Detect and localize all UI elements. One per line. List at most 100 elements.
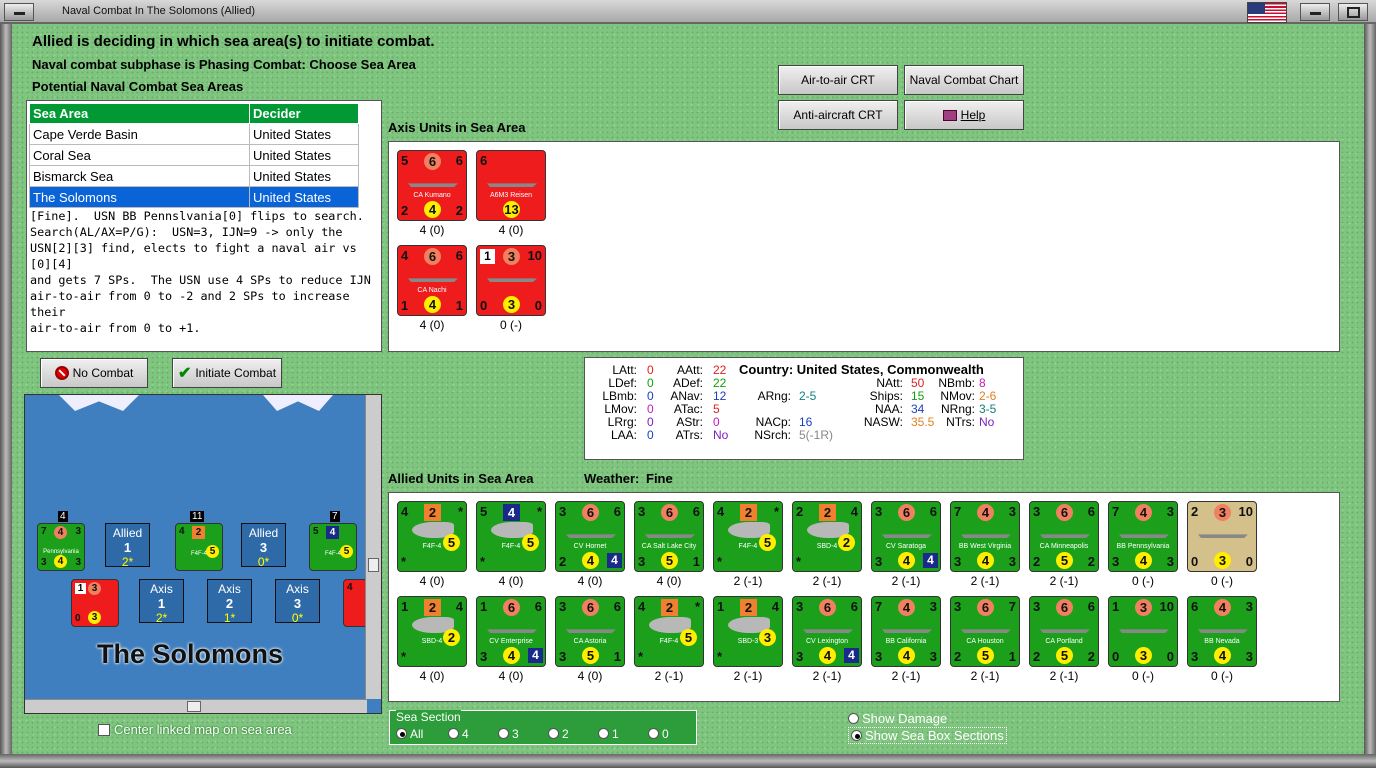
allied-unit[interactable]: 3 6 6 CV Lexington 3 4 4 2 (-1)	[792, 596, 862, 683]
axis-unit[interactable]: 5 6 6 CA Kumano 2 4 2 4 (0)	[397, 150, 467, 237]
help-button[interactable]: Help	[904, 100, 1024, 130]
allied-unit[interactable]: 2 3 10 0 3 0 0 (-)	[1187, 501, 1257, 588]
allied-unit[interactable]: 1 3 10 0 3 0 0 (-)	[1108, 596, 1178, 683]
allied-unit[interactable]: 7 4 3 BB California 3 4 3 2 (-1)	[871, 596, 941, 683]
allied-unit[interactable]: 3 6 6 CA Minneapolis 2 5 2 2 (-1)	[1029, 501, 1099, 588]
vertical-scrollbar[interactable]	[365, 395, 381, 699]
unit-counter[interactable]: 3 6 6 CV Saratoga 3 4 4	[871, 501, 941, 572]
sea-area-map[interactable]: 7 4 3 Pennsylvania 3 4 3 4 4 2 F4F-4 5 11 5 4 F4F-4…	[24, 394, 382, 714]
allied-unit[interactable]: 3 6 6 CV Hornet 2 4 4 4 (0)	[555, 501, 625, 588]
unit-counter[interactable]: 3 6 6 CV Lexington 3 4 4	[792, 596, 862, 667]
minimize-button[interactable]	[4, 3, 34, 21]
allied-unit[interactable]: 4 2 * F4F-4 * 5 4 (0)	[397, 501, 467, 588]
unit-counter[interactable]: 3 6 6 CA Astoria 3 5 1	[555, 596, 625, 667]
allied-unit[interactable]: 2 2 4 SBD-4 * 2 2 (-1)	[792, 501, 862, 588]
allied-unit[interactable]: 3 6 6 CA Astoria 3 5 1 4 (0)	[555, 596, 625, 683]
map-stack-f4f-2[interactable]: 5 4 F4F-4 5	[309, 523, 357, 571]
unit-counter[interactable]: 1 3 10 0 3 0	[476, 245, 546, 316]
col-decider[interactable]: Decider	[249, 103, 359, 124]
unit-counter[interactable]: 4 2 * F4F-4 * 5	[397, 501, 467, 572]
allied-unit[interactable]: 1 2 4 SBD-4 * 2 4 (0)	[397, 596, 467, 683]
allied-unit[interactable]: 5 4 * F4F-4 * 5 4 (0)	[476, 501, 546, 588]
allied-unit[interactable]: 3 6 7 CA Houston 2 5 1 2 (-1)	[950, 596, 1020, 683]
axis-box-2[interactable]: Axis 2 1*	[207, 579, 252, 625]
unit-counter[interactable]: 1 3 10 0 3 0	[1108, 596, 1178, 667]
allied-unit[interactable]: 4 2 * F4F-4 * 5 2 (-1)	[634, 596, 704, 683]
unit-caption: 4 (0)	[498, 574, 524, 588]
center-map-checkbox[interactable]: Center linked map on sea area	[98, 722, 292, 737]
allied-unit[interactable]: 1 6 6 CV Enterprise 3 4 4 4 (0)	[476, 596, 546, 683]
unit-counter[interactable]: 5 4 * F4F-4 * 5	[476, 501, 546, 572]
allied-unit[interactable]: 4 2 * F4F-4 * 5 2 (-1)	[713, 501, 783, 588]
unit-counter[interactable]: 6 A6M3 Reisen 13	[476, 150, 546, 221]
unit-counter[interactable]: 7 4 3 BB Pennsylvania 3 4 3	[1108, 501, 1178, 572]
allied-unit[interactable]: 7 4 3 BB West Virginia 3 4 3 2 (-1)	[950, 501, 1020, 588]
unit-counter[interactable]: 7 4 3 BB California 3 4 3	[871, 596, 941, 667]
table-row[interactable]: Cape Verde Basin United States	[29, 123, 359, 145]
sea-section-option[interactable]: All	[396, 727, 423, 741]
map-stack-f4f[interactable]: 4 2 F4F-4 5	[175, 523, 223, 571]
axis-unit[interactable]: 1 3 10 0 3 0 0 (-)	[476, 245, 546, 332]
map-stack-axis[interactable]: 1303	[71, 579, 119, 627]
maximize-button[interactable]	[1338, 3, 1368, 21]
axis-unit[interactable]: 4 6 6 CA Nachi 1 4 1 4 (0)	[397, 245, 467, 332]
minimize-button-2[interactable]	[1300, 3, 1330, 21]
unit-counter[interactable]: 2 2 4 SBD-4 * 2	[792, 501, 862, 572]
allied-box-3[interactable]: Allied 3 0*	[241, 523, 286, 569]
allied-unit[interactable]: 6 4 3 BB Nevada 3 4 3 0 (-)	[1187, 596, 1257, 683]
unit-counter[interactable]: 2 3 10 0 3 0	[1187, 501, 1257, 572]
unit-counter[interactable]: 1 6 6 CV Enterprise 3 4 4	[476, 596, 546, 667]
counter-value: 6	[1087, 599, 1095, 614]
horizontal-scrollbar[interactable]	[25, 699, 367, 713]
unit-counter[interactable]: 4 2 * F4F-4 * 5	[634, 596, 704, 667]
sea-section-option[interactable]: 1	[598, 727, 619, 741]
table-row-selected[interactable]: The Solomons United States	[29, 186, 359, 208]
ship-icon	[1198, 534, 1248, 538]
counter-value: 2	[1033, 649, 1041, 664]
unit-counter[interactable]: 3 6 6 CA Portland 2 5 2	[1029, 596, 1099, 667]
ship-icon	[961, 534, 1011, 538]
unit-counter[interactable]: 1 2 4 SBD-4 * 2	[397, 596, 467, 667]
unit-counter[interactable]: 7 4 3 BB West Virginia 3 4 3	[950, 501, 1020, 572]
map-stack-pennsylvania[interactable]: 7 4 3 Pennsylvania 3 4 3	[37, 523, 85, 571]
unit-counter[interactable]: 6 4 3 BB Nevada 3 4 3	[1187, 596, 1257, 667]
col-sea-area[interactable]: Sea Area	[29, 103, 250, 124]
unit-counter[interactable]: 3 6 7 CA Houston 2 5 1	[950, 596, 1020, 667]
unit-counter[interactable]: 3 6 6 CV Hornet 2 4 4	[555, 501, 625, 572]
allied-unit[interactable]: 1 2 4 SBD-3 * 3 2 (-1)	[713, 596, 783, 683]
sea-section-option[interactable]: 3	[498, 727, 519, 741]
unit-counter[interactable]: 3 6 6 CA Minneapolis 2 5 2	[1029, 501, 1099, 572]
show-sections-radio[interactable]: Show Sea Box Sections	[848, 727, 1007, 744]
sea-section-option[interactable]: 4	[448, 727, 469, 741]
stat-value-ntrs: No	[979, 415, 995, 429]
show-damage-radio[interactable]: Show Damage	[848, 711, 947, 726]
counter-value: 3	[638, 554, 646, 569]
allied-unit[interactable]: 3 6 6 CA Salt Lake City 3 5 1 4 (0)	[634, 501, 704, 588]
unit-counter[interactable]: 1 2 4 SBD-3 * 3	[713, 596, 783, 667]
unit-counter[interactable]: 4 6 6 CA Nachi 1 4 1	[397, 245, 467, 316]
unit-counter[interactable]: 5 6 6 CA Kumano 2 4 2	[397, 150, 467, 221]
sea-section-option[interactable]: 0	[648, 727, 669, 741]
anti-aircraft-crt-button[interactable]: Anti-aircraft CRT	[778, 100, 898, 130]
table-row[interactable]: Coral Sea United States	[29, 144, 359, 166]
cell-sea-area: Coral Sea	[29, 144, 250, 166]
allied-box-1[interactable]: Allied 1 2*	[105, 523, 150, 569]
unit-counter[interactable]: 4 2 * F4F-4 * 5	[713, 501, 783, 572]
unit-counter[interactable]: 3 6 6 CA Salt Lake City 3 5 1	[634, 501, 704, 572]
box-strength: 2*	[121, 555, 134, 569]
axis-box-1[interactable]: Axis 1 2*	[139, 579, 184, 625]
axis-box-3[interactable]: Axis 3 0*	[275, 579, 320, 625]
sea-section-option[interactable]: 2	[548, 727, 569, 741]
no-combat-button[interactable]: No Combat	[40, 358, 148, 388]
naval-combat-chart-button[interactable]: Naval Combat Chart	[904, 65, 1024, 95]
air-to-air-crt-button[interactable]: Air-to-air CRT	[778, 65, 898, 95]
box-strength: 2*	[155, 611, 168, 625]
allied-unit[interactable]: 3 6 6 CV Saratoga 3 4 4 2 (-1)	[871, 501, 941, 588]
table-row[interactable]: Bismarck Sea United States	[29, 165, 359, 187]
axis-unit[interactable]: 6 A6M3 Reisen 13 4 (0)	[476, 150, 546, 237]
initiate-combat-button[interactable]: ✔ Initiate Combat	[172, 358, 282, 388]
allied-unit[interactable]: 7 4 3 BB Pennsylvania 3 4 3 0 (-)	[1108, 501, 1178, 588]
weather-label: Weather:	[584, 471, 640, 486]
allied-unit[interactable]: 3 6 6 CA Portland 2 5 2 2 (-1)	[1029, 596, 1099, 683]
counter-value: 3	[954, 554, 962, 569]
